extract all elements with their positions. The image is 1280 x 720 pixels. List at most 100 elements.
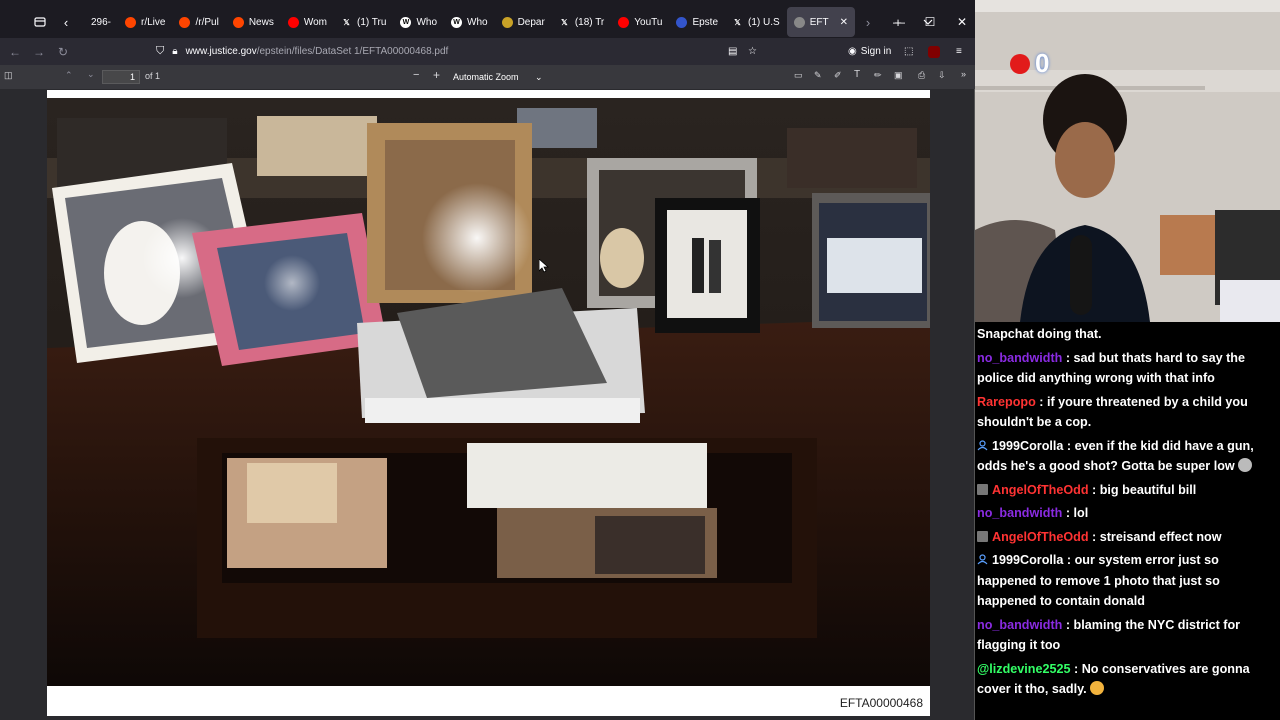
next-page-icon[interactable]: ⌄ [87, 69, 95, 80]
webcam-overlay-digit: 0 [1035, 48, 1050, 78]
youtube-icon [618, 16, 630, 28]
tab-0[interactable]: 296- [79, 7, 118, 37]
user-badge-icon [977, 437, 988, 450]
lock-icon[interactable]: 🔒︎ [172, 46, 177, 57]
chat-text: : lol [1062, 506, 1089, 520]
worried-emote [1089, 681, 1104, 695]
pen-icon[interactable]: ✏ [874, 70, 882, 81]
chat-message: Rarepopo : if youre threatened by a chil… [977, 392, 1276, 433]
forward-icon[interactable]: → [27, 40, 51, 64]
print-icon[interactable]: ⎙ [918, 70, 925, 81]
chat-message: no_bandwidth : sad but thats hard to say… [977, 348, 1276, 389]
scroll-tabs-left-icon[interactable]: ‹ [53, 9, 79, 35]
wiki-icon: W [400, 16, 412, 28]
reload-icon[interactable]: ↻ [51, 40, 75, 64]
draw-icon[interactable]: ✐ [834, 70, 842, 81]
chat-username[interactable]: Rarepopo [977, 395, 1036, 409]
tab-13[interactable]: EFT ✕ [786, 7, 855, 37]
account-icon: ◉ [848, 46, 857, 57]
page-number-input[interactable]: 1 [102, 70, 140, 84]
ublock-icon[interactable] [928, 38, 940, 65]
extensions-icon[interactable]: ⬚ [904, 38, 913, 65]
tab-4[interactable]: Wom [281, 7, 334, 37]
tab-label: (1) U.S [748, 16, 780, 28]
chat-username[interactable]: AngelOfTheOdd [992, 483, 1089, 497]
back-icon[interactable]: ← [3, 40, 27, 64]
chat-username[interactable]: no_bandwidth [977, 506, 1062, 520]
grimace-emote [1237, 458, 1252, 472]
chat-username[interactable]: @lizdevine2525 [977, 662, 1071, 676]
chat-message: 1999Corolla : our system error just so h… [977, 550, 1276, 612]
pdf-toolbar: ◫ ⌃ ⌄ 1 of 1 − + Automatic Zoom ⌄ ▭ ✎ ✐ … [0, 65, 975, 89]
page-count: of 1 [145, 71, 161, 81]
navigation-bar: ← → ↻ ⛉ 🔒︎ www.justice.gov/epstein/files… [0, 38, 975, 65]
highlight-icon[interactable]: ✎ [814, 70, 822, 81]
zoom-out-icon[interactable]: − [413, 69, 419, 81]
chat-message: 1999Corolla : even if the kid did have a… [977, 436, 1276, 477]
tab-10[interactable]: YouTu [611, 7, 669, 37]
chat-username[interactable]: 1999Corolla [992, 439, 1063, 453]
chat-message: AngelOfTheOdd : streisand effect now [977, 527, 1276, 548]
url-host: www.justice.gov [185, 46, 257, 57]
tab-7[interactable]: W Who [444, 7, 495, 37]
save-icon[interactable]: ⇩ [938, 70, 946, 81]
zoom-in-icon[interactable]: + [433, 68, 440, 82]
chat-username[interactable]: no_bandwidth [977, 351, 1062, 365]
news-icon [676, 16, 688, 28]
tab-overview-icon[interactable] [27, 9, 53, 35]
youtube-icon [287, 16, 299, 28]
tab-8[interactable]: Depar [495, 7, 552, 37]
more-tools-icon[interactable]: » [961, 69, 966, 79]
chat-message: no_bandwidth : blaming the NYC district … [977, 615, 1276, 656]
menu-icon[interactable]: ≡ [956, 38, 962, 65]
tab-label: (1) Tru [356, 16, 387, 28]
tab-12[interactable]: 𝕏 (1) U.S [725, 7, 787, 37]
comment-icon[interactable]: ▭ [794, 70, 803, 81]
scroll-tabs-right-icon[interactable]: › [855, 9, 881, 35]
text-icon[interactable]: T [854, 69, 860, 80]
tab-5[interactable]: 𝕏 (1) Tru [334, 7, 393, 37]
tab-strip: 296- r/Live/r/Pul News Wom 𝕏 (1) Tru W Who W Who D… [79, 7, 855, 37]
webcam-feed: 0 [975, 0, 1280, 322]
tab-label: Who [467, 16, 488, 28]
sidebar-toggle-icon[interactable]: ◫ [4, 70, 13, 81]
zoom-select[interactable]: Automatic Zoom ⌄ [448, 69, 544, 85]
tab-3[interactable]: News [226, 7, 281, 37]
seal-icon [501, 16, 513, 28]
tab-label: r/Live [141, 16, 166, 28]
close-tab-icon[interactable]: ✕ [840, 17, 848, 28]
tab-label: 296- [91, 16, 112, 28]
tab-label: Who [416, 16, 437, 28]
pdf-viewer[interactable]: EFTA00000468 [0, 89, 975, 720]
x-icon: 𝕏 [734, 17, 741, 27]
tab-11[interactable]: Epste [669, 7, 725, 37]
tab-6[interactable]: W Who [393, 7, 444, 37]
chat-text: : streisand effect now [1088, 529, 1222, 544]
previous-page-icon[interactable]: ⌃ [65, 70, 73, 81]
user-badge-icon [977, 551, 988, 565]
tab-9[interactable]: 𝕏 (18) Tr [552, 7, 611, 37]
chat-username[interactable]: 1999Corolla [992, 553, 1063, 567]
reddit-icon [125, 16, 137, 28]
reddit-icon [179, 16, 191, 28]
sign-in-label: Sign in [860, 46, 892, 57]
chat-username[interactable]: AngelOfTheOdd [992, 530, 1089, 544]
reader-view-icon[interactable]: ▤ [728, 38, 737, 65]
chat-username[interactable]: no_bandwidth [977, 618, 1062, 632]
tab-label: (18) Tr [574, 16, 605, 28]
tab-2[interactable]: /r/Pul [172, 7, 225, 37]
url-path: /epstein/files/DataSet 1/EFTA00000468.pd… [256, 46, 449, 57]
url-bar[interactable]: ⛉ 🔒︎ www.justice.gov/epstein/files/DataS… [156, 41, 766, 62]
sign-in-button[interactable]: ◉ Sign in [848, 38, 891, 65]
pdf-icon [793, 16, 805, 28]
tracking-protection-icon[interactable]: ⛉ [156, 45, 164, 58]
tab-label: Depar [517, 16, 545, 28]
image-icon[interactable]: ▣ [894, 70, 903, 81]
document-photo [47, 98, 930, 686]
chat-message: @lizdevine2525 : No conservatives are go… [977, 659, 1276, 700]
tab-label: /r/Pul [195, 16, 219, 28]
mouse-cursor-icon [539, 259, 549, 273]
chevron-down-icon: ⌄ [535, 72, 543, 82]
bookmark-star-icon[interactable]: ☆ [748, 38, 757, 65]
tab-1[interactable]: r/Live [118, 7, 172, 37]
